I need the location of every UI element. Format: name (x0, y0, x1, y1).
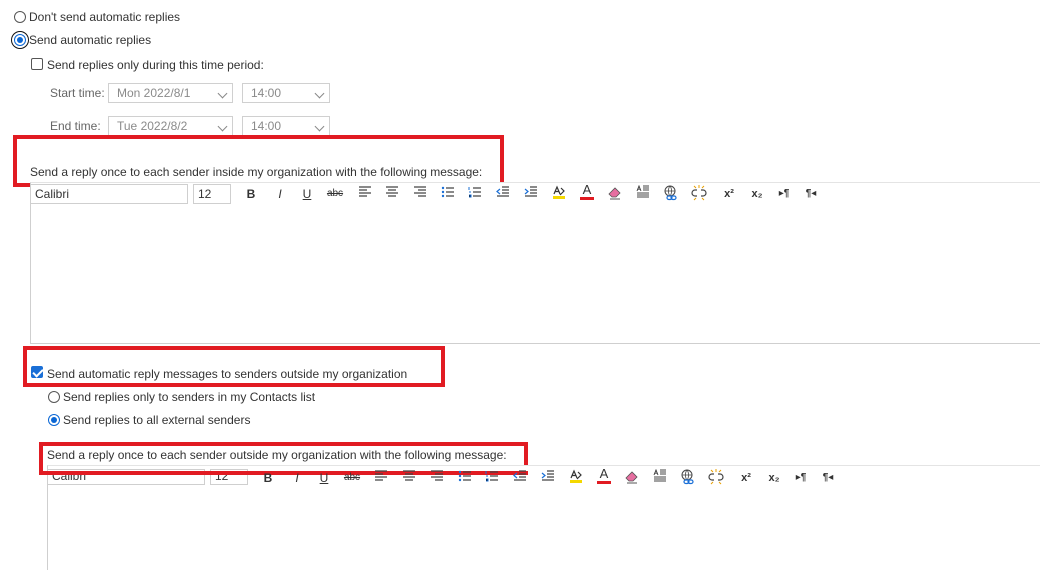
font-size-box[interactable]: 12 (193, 184, 231, 204)
outside-align-right-icon[interactable] (428, 470, 446, 486)
chevron-down-icon (217, 88, 228, 99)
outside-enable-label: Send automatic reply messages to senders… (47, 367, 408, 381)
dont-send-label: Don't send automatic replies (29, 10, 181, 24)
send-automatic-label: Send automatic replies (29, 33, 152, 47)
outside-increase-indent-icon[interactable] (539, 470, 557, 486)
font-color-letter: A (582, 182, 592, 197)
end-date-select[interactable]: Tue 2022/8/2 (108, 116, 233, 136)
insert-link-icon[interactable] (662, 185, 680, 201)
ltr-direction-button[interactable]: ▸¶ (775, 186, 793, 202)
outside-font-color-icon[interactable]: A (595, 466, 613, 484)
outside-strikethrough-button[interactable]: abc (343, 470, 361, 486)
contacts-only-radio[interactable] (48, 391, 60, 403)
remove-link-icon[interactable] (690, 185, 708, 201)
outside-superscript-button[interactable]: x² (737, 470, 755, 486)
font-color-icon[interactable]: A (578, 182, 596, 200)
chevron-down-icon (217, 121, 228, 132)
end-date-value: Tue 2022/8/2 (117, 119, 188, 133)
outside-text-style-icon[interactable] (651, 468, 669, 485)
end-time-value: 14:00 (251, 119, 282, 133)
rtl-direction-button[interactable]: ¶◂ (802, 186, 820, 202)
outside-align-center-icon[interactable] (400, 470, 418, 486)
font-name-box[interactable]: Calibri (30, 184, 188, 204)
italic-button[interactable]: I (271, 186, 289, 202)
end-time-label: End time: (50, 119, 101, 133)
all-external-label: Send replies to all external senders (63, 413, 251, 427)
text-style-icon[interactable] (634, 184, 652, 201)
outside-font-color-letter: A (599, 466, 609, 481)
strikethrough-button[interactable]: abc (326, 186, 344, 202)
bold-button[interactable]: B (242, 186, 260, 202)
outside-insert-link-icon[interactable] (679, 469, 697, 485)
bullet-list-icon[interactable] (439, 186, 457, 202)
increase-indent-icon[interactable] (522, 186, 540, 202)
outside-italic-button[interactable]: I (288, 470, 306, 486)
outside-ltr-direction-button[interactable]: ▸¶ (792, 470, 810, 486)
outside-numbered-list-icon[interactable] (483, 470, 501, 486)
start-time-select[interactable]: 14:00 (242, 83, 330, 103)
chevron-down-icon (314, 88, 325, 99)
time-period-label: Send replies only during this time perio… (47, 58, 264, 72)
end-time-select[interactable]: 14:00 (242, 116, 330, 136)
underline-button[interactable]: U (298, 186, 316, 202)
outside-underline-button[interactable]: U (315, 470, 333, 486)
outside-eraser-icon[interactable] (623, 470, 641, 486)
inside-message-editor[interactable] (30, 182, 1040, 344)
font-name-value: Calibri (35, 187, 70, 201)
start-time-value: 14:00 (251, 86, 282, 100)
outside-rtl-direction-button[interactable]: ¶◂ (819, 470, 837, 486)
outside-message-label: Send a reply once to each sender outside… (47, 448, 507, 462)
align-left-icon[interactable] (356, 186, 374, 202)
send-automatic-radio[interactable] (14, 34, 26, 46)
eraser-icon[interactable] (606, 186, 624, 202)
subscript-button[interactable]: x₂ (748, 186, 766, 202)
highlight-box-outside-bottom (39, 471, 528, 475)
dont-send-radio[interactable] (14, 11, 26, 23)
all-external-radio[interactable] (48, 414, 60, 426)
inside-message-label: Send a reply once to each sender inside … (30, 165, 483, 179)
contacts-only-label: Send replies only to senders in my Conta… (63, 390, 316, 404)
outside-decrease-indent-icon[interactable] (511, 470, 529, 486)
outside-bold-button[interactable]: B (259, 470, 277, 486)
align-right-icon[interactable] (411, 186, 429, 202)
start-time-label: Start time: (50, 86, 105, 100)
align-center-icon[interactable] (383, 186, 401, 202)
time-period-checkbox[interactable] (31, 58, 43, 70)
start-date-select[interactable]: Mon 2022/8/1 (108, 83, 233, 103)
outside-remove-link-icon[interactable] (707, 469, 725, 485)
outside-subscript-button[interactable]: x₂ (765, 470, 783, 486)
outside-align-left-icon[interactable] (372, 470, 390, 486)
font-size-value: 12 (198, 187, 212, 201)
chevron-down-icon (314, 121, 325, 132)
outside-highlight-icon[interactable] (567, 468, 585, 484)
start-date-value: Mon 2022/8/1 (117, 86, 191, 100)
numbered-list-icon[interactable] (466, 186, 484, 202)
outside-enable-checkbox[interactable] (31, 366, 43, 378)
outside-bullet-list-icon[interactable] (456, 470, 474, 486)
highlight-icon[interactable] (550, 184, 568, 200)
superscript-button[interactable]: x² (720, 186, 738, 202)
decrease-indent-icon[interactable] (494, 186, 512, 202)
